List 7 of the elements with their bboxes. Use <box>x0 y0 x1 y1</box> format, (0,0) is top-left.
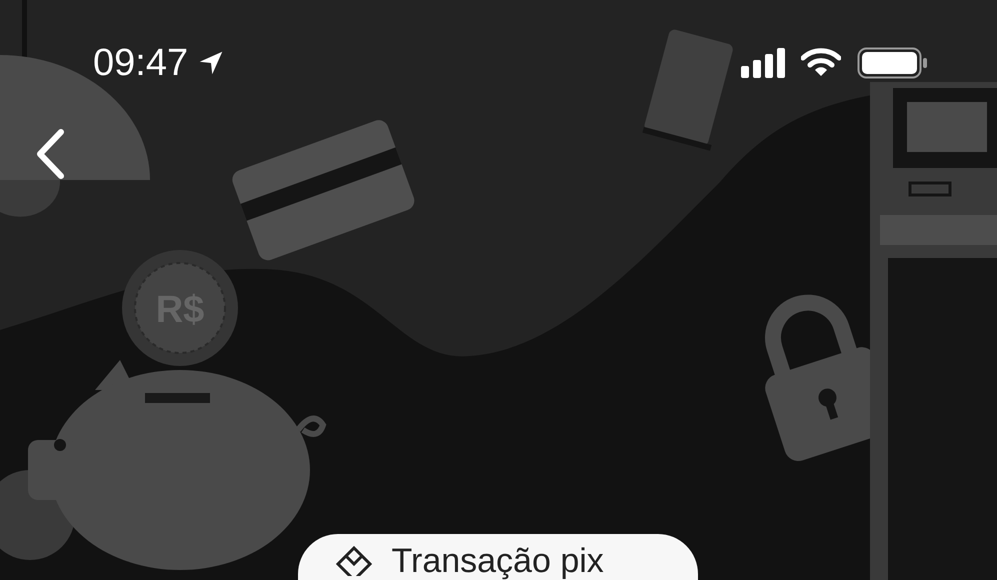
battery-icon <box>857 47 929 79</box>
diamond-icon <box>336 546 372 576</box>
status-time: 09:47 <box>93 44 188 82</box>
pix-transaction-button[interactable]: Transação pix <box>298 534 698 580</box>
back-chevron-icon <box>35 128 65 180</box>
signal-icon <box>741 48 785 78</box>
wifi-icon <box>801 48 841 78</box>
